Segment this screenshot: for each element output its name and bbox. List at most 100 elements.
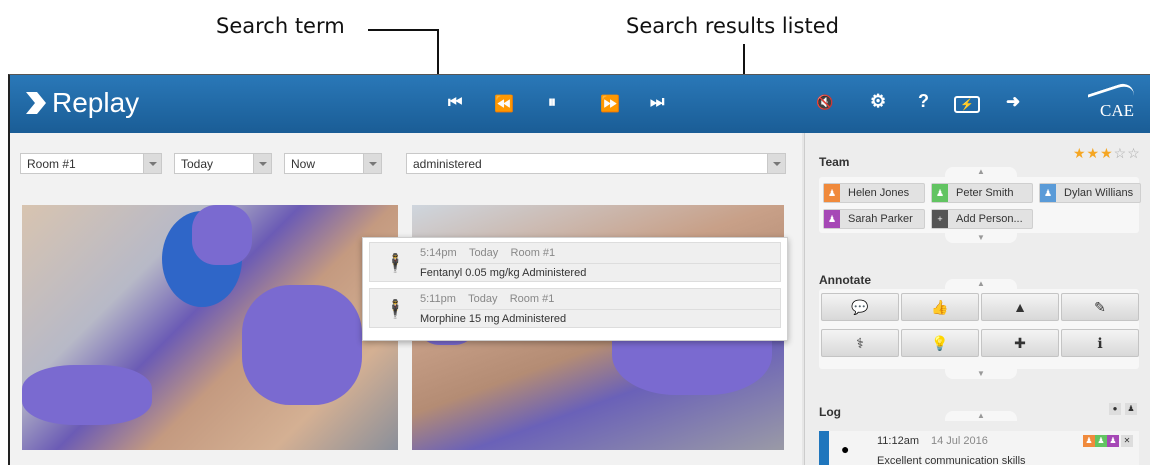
- side-panel: Team ★★★☆☆ ▲ ♟ Helen Jones ♟ Peter Smith ♟…: [804, 133, 1150, 465]
- result-time: 5:11pm: [420, 293, 456, 305]
- log-date: 14 Jul 2016: [931, 435, 988, 447]
- log-collapse-handle[interactable]: ▲: [945, 411, 1017, 421]
- add-person-button[interactable]: + Add Person...: [931, 209, 1033, 229]
- person-icon: ♟: [1095, 435, 1107, 447]
- stethoscope-icon[interactable]: ⚕: [821, 329, 899, 357]
- medical-kit-icon[interactable]: ✚: [981, 329, 1059, 357]
- annotate-panel: 💬 👍 ▲ ✎ ⚕ 💡 ✚ ℹ: [819, 289, 1139, 369]
- day-select-value: Today: [181, 157, 214, 171]
- result-description: Morphine 15 mg Administered: [420, 313, 567, 325]
- search-result-item[interactable]: 🕴 5:11pm Today Room #1 Morphine 15 mg Ad…: [369, 288, 781, 328]
- warning-icon[interactable]: ▲: [981, 293, 1059, 321]
- settings-icon[interactable]: ⚙: [870, 91, 886, 112]
- person-icon: 🕴: [384, 299, 407, 319]
- thumbs-up-icon[interactable]: 👍: [901, 293, 979, 321]
- cae-logo: CAE: [1086, 79, 1138, 123]
- callout-search-results: Search results listed: [626, 14, 839, 38]
- cae-brand: CAE: [1100, 101, 1134, 120]
- annotate-collapse-handle[interactable]: ▲: [945, 279, 1017, 289]
- team-collapse-handle[interactable]: ▲: [945, 167, 1017, 177]
- log-heading: Log: [819, 405, 841, 419]
- team-member[interactable]: ♟ Helen Jones: [823, 183, 925, 203]
- forward-button[interactable]: ⏩: [600, 94, 620, 114]
- person-icon: 🕴: [384, 253, 407, 273]
- team-member[interactable]: ♟ Peter Smith: [931, 183, 1033, 203]
- result-time: 5:14pm: [420, 247, 457, 259]
- lightbulb-icon[interactable]: 💡: [901, 329, 979, 357]
- speech-bubble-icon[interactable]: 💬: [821, 293, 899, 321]
- search-input[interactable]: administered: [406, 153, 786, 174]
- search-input-value: administered: [413, 157, 482, 171]
- glove: [242, 285, 362, 405]
- room-select[interactable]: Room #1: [20, 153, 162, 174]
- pause-button[interactable]: ⏸: [548, 94, 556, 112]
- team-member-name: Sarah Parker: [848, 213, 913, 225]
- search-results-dropdown: 🕴 5:14pm Today Room #1 Fentanyl 0.05 mg/…: [362, 237, 788, 341]
- exit-icon[interactable]: ➜: [1006, 92, 1020, 112]
- team-heading: Team: [819, 155, 850, 169]
- help-icon[interactable]: ?: [918, 91, 929, 112]
- battery-icon[interactable]: ⚡: [954, 96, 980, 113]
- last-button[interactable]: ⏭: [650, 94, 664, 112]
- plus-icon: +: [932, 210, 948, 228]
- result-description: Fentanyl 0.05 mg/kg Administered: [420, 267, 587, 279]
- team-member-name: Helen Jones: [848, 187, 910, 199]
- speech-bubble-icon[interactable]: ●: [1109, 403, 1121, 415]
- glove: [192, 205, 252, 265]
- result-day: Today: [468, 293, 498, 305]
- annotate-heading: Annotate: [819, 273, 871, 287]
- chevron-logo-icon: [26, 92, 46, 114]
- person-icon: ♟: [1040, 184, 1056, 202]
- star-empty-icon: ☆☆: [1113, 145, 1141, 161]
- rating-stars[interactable]: ★★★☆☆: [1073, 145, 1141, 162]
- main-area: Room #1 Today Now administered 🕴 5:14pm …: [10, 133, 802, 465]
- team-expand-handle[interactable]: ▼: [945, 233, 1017, 243]
- result-day: Today: [468, 247, 499, 259]
- person-icon: ♟: [824, 210, 840, 228]
- log-text: Excellent communication skills: [877, 455, 1026, 465]
- camera-view-1[interactable]: [22, 205, 398, 450]
- search-result-item[interactable]: 🕴 5:14pm Today Room #1 Fentanyl 0.05 mg/…: [369, 242, 781, 282]
- day-select[interactable]: Today: [174, 153, 272, 174]
- chevron-down-icon: [253, 154, 271, 173]
- person-icon: ♟: [824, 184, 840, 202]
- close-icon[interactable]: ✕: [1121, 435, 1133, 447]
- add-person-label: Add Person...: [956, 213, 1023, 225]
- chevron-down-icon: [767, 154, 785, 173]
- team-member[interactable]: ♟ Sarah Parker: [823, 209, 925, 229]
- result-room: Room #1: [509, 293, 555, 305]
- result-meta: 5:14pm Today Room #1: [420, 247, 780, 264]
- annotate-expand-handle[interactable]: ▼: [945, 369, 1017, 379]
- chevron-down-icon: [363, 154, 381, 173]
- app-logo[interactable]: Replay: [26, 87, 139, 119]
- team-member-name: Dylan Willians: [1064, 187, 1134, 199]
- star-filled-icon: ★★★: [1073, 145, 1114, 161]
- team-panel: ♟ Helen Jones ♟ Peter Smith ♟ Dylan Willian…: [819, 177, 1141, 233]
- callout-search-term: Search term: [216, 14, 345, 38]
- time-select-value: Now: [291, 157, 316, 171]
- top-bar: Replay ⏮ ⏪ ⏸ ⏩ ⏭ 🔇 ⚙ ? ⚡ ➜ CAE: [10, 75, 1150, 133]
- syringe-icon[interactable]: ✎: [1061, 293, 1139, 321]
- log-entry[interactable]: ● 11:12am 14 Jul 2016 Excellent communic…: [819, 431, 1139, 465]
- log-entry-accent: [819, 431, 829, 465]
- team-member-name: Peter Smith: [956, 187, 1014, 199]
- replay-app: Replay ⏮ ⏪ ⏸ ⏩ ⏭ 🔇 ⚙ ? ⚡ ➜ CAE Room #1 T…: [8, 74, 1150, 465]
- person-icon: ♟: [1083, 435, 1095, 447]
- team-member[interactable]: ♟ Dylan Willians: [1039, 183, 1141, 203]
- room-select-value: Room #1: [27, 157, 76, 171]
- person-icon: ♟: [1107, 435, 1119, 447]
- result-meta: 5:11pm Today Room #1: [420, 293, 780, 310]
- first-button[interactable]: ⏮: [448, 94, 462, 112]
- rewind-button[interactable]: ⏪: [494, 94, 514, 114]
- app-title: Replay: [52, 87, 140, 118]
- chevron-down-icon: [143, 154, 161, 173]
- speech-bubble-icon: ●: [841, 441, 850, 457]
- result-room: Room #1: [510, 247, 556, 259]
- log-time: 11:12am: [877, 435, 919, 447]
- person-filter-icon[interactable]: ♟: [1125, 403, 1137, 415]
- glove: [22, 365, 152, 425]
- info-icon[interactable]: ℹ: [1061, 329, 1139, 357]
- person-icon: ♟: [932, 184, 948, 202]
- time-select[interactable]: Now: [284, 153, 382, 174]
- mute-icon[interactable]: 🔇: [816, 94, 833, 111]
